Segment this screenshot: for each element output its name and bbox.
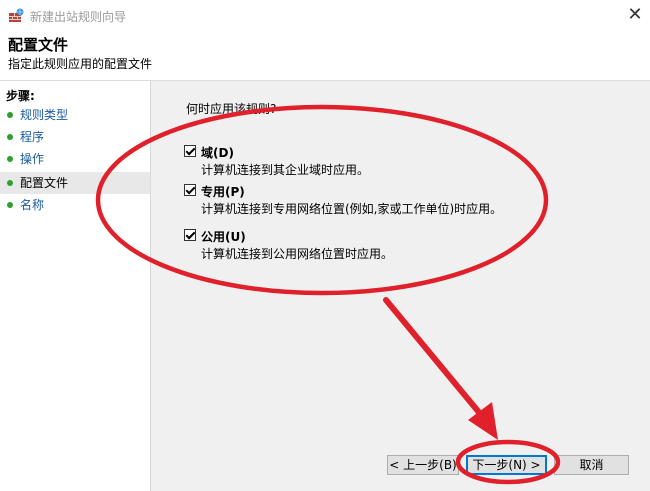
wizard-header: 配置文件 指定此规则应用的配置文件 (0, 30, 650, 80)
sidebar-item-profile[interactable]: 配置文件 (0, 172, 150, 194)
sidebar-item-label: 配置文件 (20, 176, 69, 190)
sidebar-item-label: 操作 (20, 152, 45, 166)
main-panel: 何时应用该规则? 域(D) 计算机连接到其企业域时应用。 专用(P) 计算机连接… (151, 81, 650, 491)
sidebar-item-label: 名称 (20, 198, 45, 212)
sidebar-item-name[interactable]: 名称 (0, 194, 150, 216)
title-bar: 新建出站规则向导 ✕ (0, 0, 650, 30)
sidebar-item-rule-type[interactable]: 规则类型 (0, 104, 150, 126)
close-button[interactable]: ✕ (620, 0, 650, 30)
option-label: 域(D) (201, 146, 234, 160)
step-bullet-icon (7, 180, 13, 186)
next-button[interactable]: 下一步(N) > (466, 455, 547, 475)
option-description: 计算机连接到其企业域时应用。 (201, 163, 370, 177)
sidebar-item-program[interactable]: 程序 (0, 126, 150, 148)
steps-title: 步骤: (6, 89, 35, 103)
step-bullet-icon (7, 156, 13, 162)
question-label: 何时应用该规则? (186, 102, 277, 116)
step-bullet-icon (7, 134, 13, 140)
step-bullet-icon (7, 112, 13, 118)
step-bullet-icon (7, 202, 13, 208)
option-label: 专用(P) (201, 185, 245, 199)
option-description: 计算机连接到专用网络位置(例如,家或工作单位)时应用。 (201, 202, 503, 216)
page-description: 指定此规则应用的配置文件 (8, 57, 153, 71)
back-button[interactable]: < 上一步(B) (387, 455, 459, 475)
close-icon: ✕ (627, 4, 643, 25)
option-description: 计算机连接到公用网络位置时应用。 (201, 247, 394, 261)
firewall-icon (9, 8, 24, 22)
steps-sidebar: 步骤: 规则类型 程序 操作 配置文件 名称 (0, 81, 150, 491)
sidebar-item-action[interactable]: 操作 (0, 148, 150, 170)
page-title: 配置文件 (8, 36, 69, 54)
option-label: 公用(U) (201, 230, 246, 244)
private-checkbox[interactable] (184, 184, 196, 196)
cancel-button[interactable]: 取消 (554, 455, 629, 475)
window-title: 新建出站规则向导 (30, 10, 127, 24)
sidebar-item-label: 程序 (20, 130, 45, 144)
sidebar-item-label: 规则类型 (20, 108, 69, 122)
public-checkbox[interactable] (184, 229, 196, 241)
domain-checkbox[interactable] (184, 145, 196, 157)
